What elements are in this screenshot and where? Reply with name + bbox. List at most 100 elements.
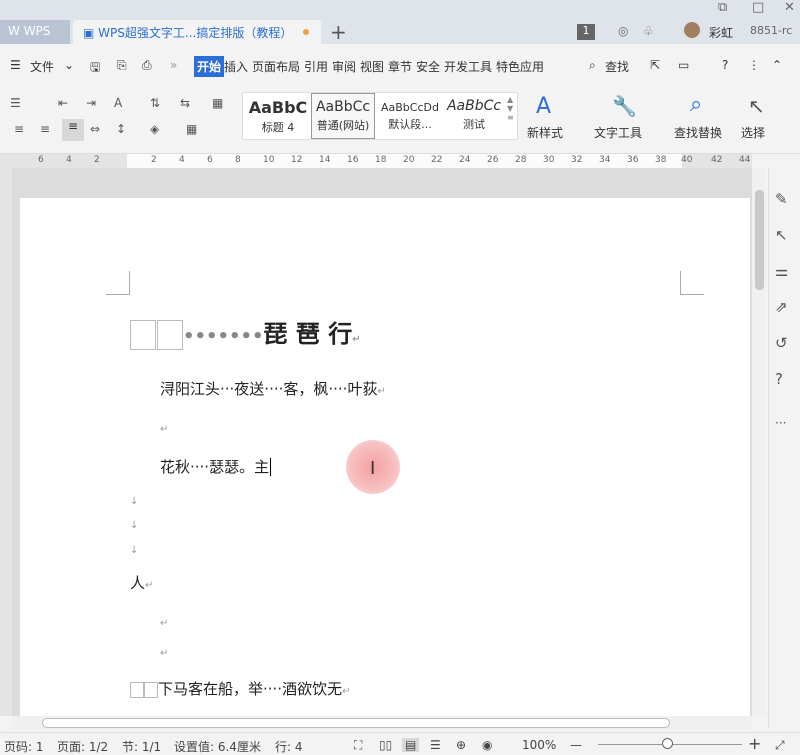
tab-security[interactable]: 安全 <box>416 58 440 75</box>
tab-document[interactable]: ▣ WPS超强文字工...搞定排版（教程） <box>73 20 321 44</box>
tab-view[interactable]: 视图 <box>360 58 384 75</box>
eye-protect-icon[interactable]: ◉ <box>482 738 492 752</box>
margin-corner-tr <box>680 271 704 295</box>
distribute-icon[interactable]: ⇔ <box>90 122 100 136</box>
menu-file[interactable]: 文件 <box>30 58 54 75</box>
settings-sliders-icon[interactable]: ⚌ <box>775 262 788 280</box>
align-left-icon[interactable]: ≡ <box>14 122 24 136</box>
style-test[interactable]: AaBbCc 测试 <box>443 93 505 139</box>
wrench-icon: 🔧 <box>612 94 637 118</box>
gallery-scroll-icon[interactable]: ▲ ▼ ≡ <box>507 95 514 122</box>
text-tools-button[interactable]: 文字工具 <box>594 124 642 141</box>
window-count-badge[interactable]: 1 <box>577 24 595 40</box>
tab-wps-home[interactable]: W WPS <box>0 20 70 44</box>
zoom-slider-handle[interactable] <box>662 738 673 749</box>
tab-developer[interactable]: 开发工具 <box>444 58 492 75</box>
status-page[interactable]: 页面: 1/2 <box>57 738 108 755</box>
show-marks-icon[interactable]: ⇆ <box>180 96 190 110</box>
more-horiz-icon[interactable]: ··· <box>775 416 786 430</box>
search-button[interactable]: 查找 <box>605 58 629 75</box>
style-normal-web[interactable]: AaBbCc 普通(网站) <box>311 93 375 139</box>
user-name[interactable]: 彩虹 <box>709 24 733 41</box>
web-view-icon[interactable]: ⊕ <box>456 738 466 752</box>
close-icon[interactable]: ✕ <box>784 0 795 15</box>
page-view-icon[interactable]: ▤ <box>402 738 420 752</box>
two-page-icon[interactable]: ▯▯ <box>379 738 392 752</box>
ruler-tick-label: 22 <box>431 155 443 165</box>
save-icon[interactable]: 🖫 <box>90 58 100 79</box>
text-direction-icon[interactable]: A <box>114 96 122 110</box>
sort-icon[interactable]: ⇅ <box>150 96 160 110</box>
help-circle-icon[interactable]: ? <box>775 370 783 388</box>
tab-start[interactable]: 开始 <box>194 56 225 77</box>
justify-icon[interactable]: ≡ <box>62 119 84 141</box>
doc-title-line[interactable]: •••••••琵 琶 行↵ <box>130 314 361 350</box>
cloud-icon[interactable]: ◎ <box>618 24 628 38</box>
indent-icon[interactable]: ⇥ <box>86 96 96 110</box>
tab-chapter[interactable]: 章节 <box>388 58 412 75</box>
align-center-icon[interactable]: ≡ <box>40 122 50 136</box>
ruler-tick-label: 4 <box>179 155 185 165</box>
maximize-icon[interactable]: □ <box>752 0 764 15</box>
tab-reference[interactable]: 引用 <box>304 58 328 75</box>
tab-special[interactable]: 特色应用 <box>496 58 544 75</box>
ruler-tick-label: 28 <box>515 155 527 165</box>
new-tab-button[interactable]: + <box>330 20 347 44</box>
search-icon[interactable]: ⌕ <box>589 58 596 73</box>
table-icon[interactable]: ▦ <box>212 96 223 110</box>
zoom-level[interactable]: 100% <box>522 738 556 752</box>
find-replace-button[interactable]: 查找替换 <box>674 124 722 141</box>
vertical-ruler[interactable] <box>0 168 12 716</box>
tab-layout[interactable]: 页面布局 <box>252 58 300 75</box>
cursor-select-icon: ↖ <box>748 94 765 118</box>
zoom-out-icon[interactable]: — <box>570 738 582 752</box>
outline-view-icon[interactable]: ☰ <box>430 738 441 752</box>
zoom-in-icon[interactable]: + <box>748 734 761 753</box>
ruler-tick-label: 26 <box>487 155 499 165</box>
fit-width-icon[interactable]: ⤢ <box>775 738 785 753</box>
select-button[interactable]: 选择 <box>741 124 765 141</box>
shading-icon[interactable]: ◈ <box>150 122 159 136</box>
tab-review[interactable]: 审阅 <box>332 58 356 75</box>
style-default[interactable]: AaBbCcDd 默认段... <box>377 93 443 139</box>
avatar[interactable] <box>684 22 700 38</box>
status-page-code[interactable]: 页码: 1 <box>4 738 44 755</box>
history-icon[interactable]: ↺ <box>775 334 788 352</box>
tab-insert[interactable]: 插入 <box>224 58 248 75</box>
doc-line-3[interactable]: 花秋····瑟瑟。主 <box>160 456 276 477</box>
border-icon[interactable]: ▦ <box>186 122 197 136</box>
print-icon[interactable]: ⎙ <box>142 58 152 73</box>
ruler-tick-label: 34 <box>599 155 611 165</box>
menu-icon[interactable]: ☰ <box>10 58 21 72</box>
margin-corner-tl <box>106 271 130 295</box>
line-spacing-icon[interactable]: ↕ <box>116 122 126 136</box>
share-out-icon[interactable]: ⇗ <box>775 298 788 316</box>
collab-icon[interactable]: ▭ <box>678 58 689 72</box>
chevron-down-icon[interactable]: ⌄ <box>64 58 74 72</box>
doc-line-person[interactable]: 人↵ <box>130 572 153 593</box>
status-setting[interactable]: 设置值: 6.4厘米 <box>174 738 261 755</box>
doc-line-last[interactable]: 下马客在船，举····酒欲饮无↵ <box>130 678 350 699</box>
export-icon[interactable]: ⎘ <box>117 58 127 73</box>
bullet-list-icon[interactable]: ☰ <box>10 96 21 110</box>
status-section[interactable]: 节: 1/1 <box>122 738 161 755</box>
status-row[interactable]: 行: 4 <box>275 738 303 755</box>
vertical-scroll-thumb[interactable] <box>755 190 764 290</box>
outdent-icon[interactable]: ⇤ <box>58 96 68 110</box>
collapse-icon[interactable]: ⌃ <box>772 58 782 72</box>
help-icon[interactable]: ? <box>722 58 728 72</box>
style-heading4[interactable]: AaBbC 标题 4 <box>245 93 311 139</box>
more-icon[interactable]: » <box>170 58 177 72</box>
pointer-icon[interactable]: ↖ <box>775 226 788 244</box>
more-vert-icon[interactable]: ⋮ <box>748 58 760 72</box>
fullscreen-icon[interactable]: ⛶ <box>354 738 362 753</box>
share-icon[interactable]: ⇱ <box>650 58 660 72</box>
ruler-tick-label: 10 <box>263 155 275 165</box>
new-style-button[interactable]: 新样式 <box>527 124 563 141</box>
restore-icon[interactable]: ⧉ <box>718 0 727 15</box>
skin-icon[interactable]: ♧ <box>643 24 654 38</box>
doc-line-1[interactable]: 浔阳江头···夜送····客，枫····叶荻↵ <box>160 378 386 399</box>
pen-icon[interactable]: ✎ <box>775 190 788 208</box>
horizontal-scroll-thumb[interactable] <box>42 718 670 728</box>
ruler-tick-label: 42 <box>711 155 723 165</box>
